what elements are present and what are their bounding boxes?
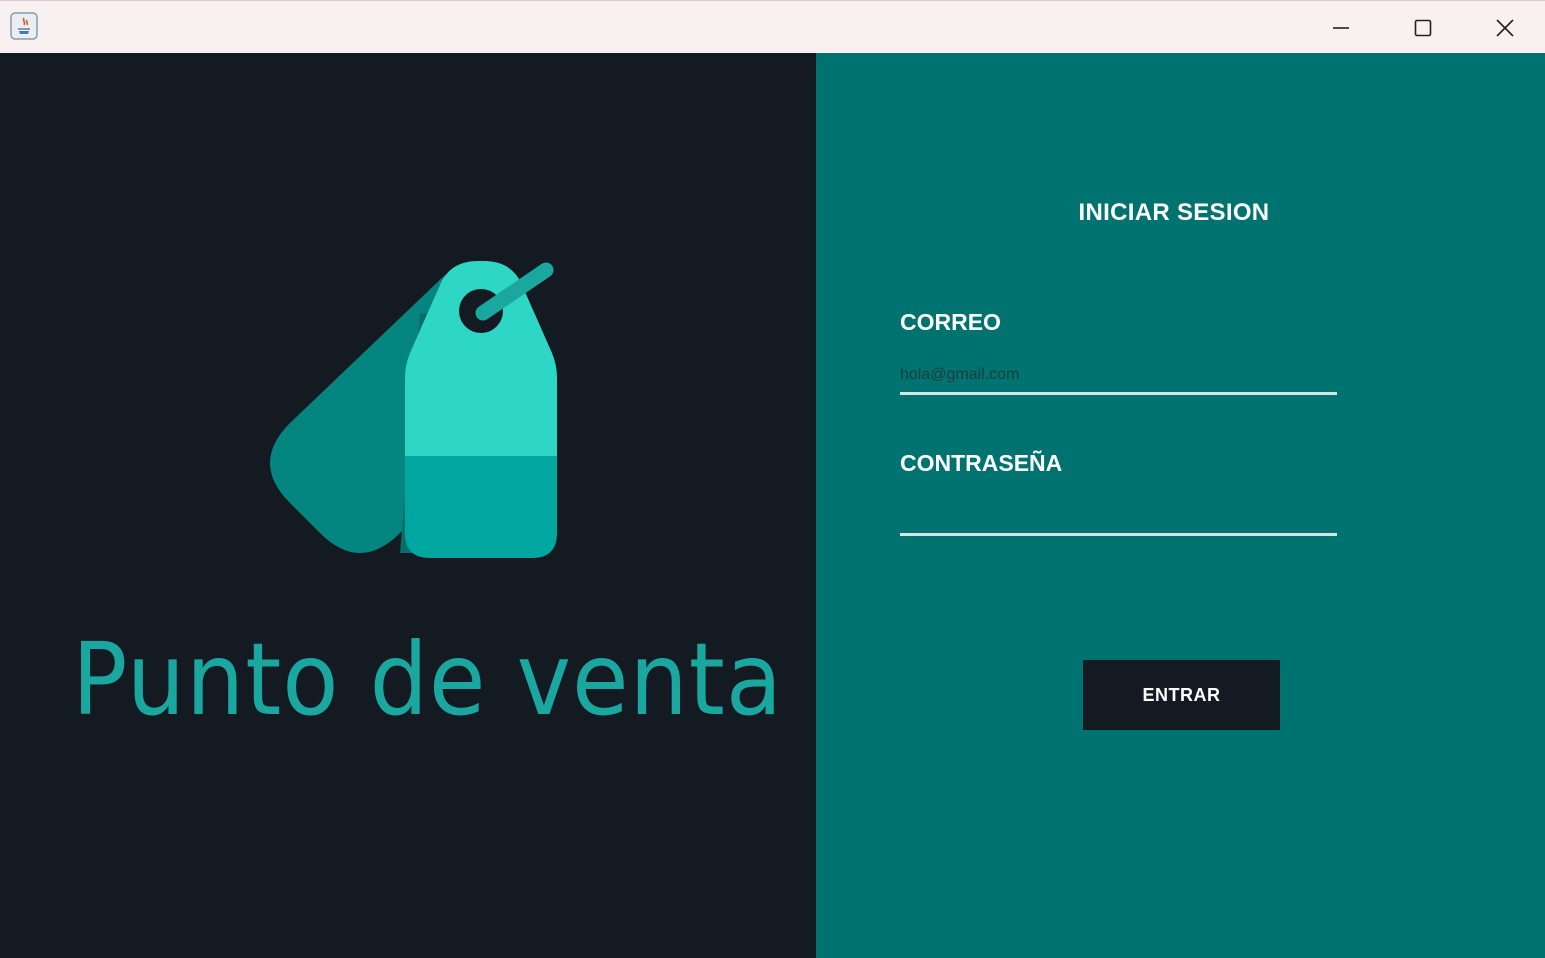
brand-panel: Punto de venta xyxy=(0,53,816,958)
close-icon xyxy=(1496,18,1514,37)
login-submit-button[interactable]: ENTRAR xyxy=(1083,660,1280,730)
password-label: CONTRASEÑA xyxy=(900,450,1063,476)
login-title: INICIAR SESION xyxy=(1078,199,1270,226)
app-window: Punto de venta INICIAR SESION CORREO CON… xyxy=(0,0,1545,958)
maximize-icon xyxy=(1414,19,1432,36)
password-field[interactable] xyxy=(900,499,1337,536)
brand-title: Punto de venta xyxy=(72,621,784,738)
close-button[interactable] xyxy=(1465,1,1545,54)
email-label: CORREO xyxy=(900,309,1001,335)
title-bar[interactable] xyxy=(0,0,1545,53)
minimize-icon xyxy=(1333,26,1349,29)
price-tag-icon xyxy=(270,261,557,558)
login-panel: INICIAR SESION CORREO CONTRASEÑA ENTRAR xyxy=(816,53,1545,958)
java-app-icon xyxy=(10,12,38,40)
minimize-button[interactable] xyxy=(1301,1,1381,54)
email-field[interactable] xyxy=(900,358,1337,395)
maximize-button[interactable] xyxy=(1383,1,1463,54)
